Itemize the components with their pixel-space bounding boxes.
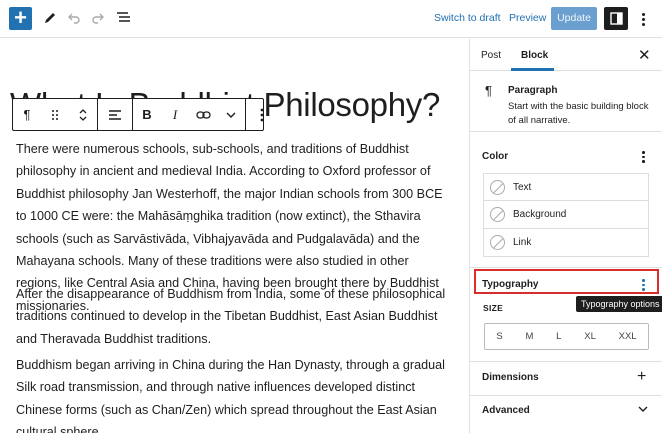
close-icon[interactable]: ✕ — [638, 46, 651, 64]
tab-post[interactable]: Post — [481, 50, 501, 61]
settings-sidebar-toggle[interactable] — [604, 7, 628, 30]
paragraph-block[interactable]: Buddhism began arriving in China during … — [16, 354, 456, 433]
color-item-label: Text — [513, 181, 532, 193]
paragraph-block[interactable]: After the disappearance of Buddhism from… — [16, 283, 456, 350]
font-size-m[interactable]: M — [525, 331, 533, 342]
typography-highlight-box — [474, 269, 659, 294]
link-icon[interactable] — [189, 99, 217, 130]
panel-divider — [470, 267, 662, 268]
font-size-picker: S M L XL XXL — [484, 323, 649, 350]
drag-handle-icon[interactable] — [41, 99, 69, 130]
chevron-down-icon[interactable] — [638, 405, 648, 416]
switch-to-draft-link[interactable]: Switch to draft — [434, 12, 501, 24]
move-up-down-icon[interactable] — [69, 99, 97, 130]
bold-button[interactable]: B — [133, 99, 161, 130]
color-item-background[interactable]: Background — [483, 201, 649, 229]
align-text-icon[interactable] — [98, 99, 132, 130]
settings-panel-icon — [609, 12, 623, 25]
font-size-s[interactable]: S — [496, 331, 502, 342]
plus-icon[interactable]: + — [637, 368, 646, 386]
dimensions-panel-title[interactable]: Dimensions — [482, 372, 539, 383]
font-size-l[interactable]: L — [556, 331, 561, 342]
advanced-panel-title[interactable]: Advanced — [482, 405, 530, 416]
redo-icon[interactable] — [88, 8, 108, 28]
update-button[interactable]: Update — [551, 7, 597, 30]
color-item-label: Background — [513, 209, 567, 220]
color-item-link[interactable]: Link — [483, 229, 649, 257]
preview-link[interactable]: Preview — [509, 12, 546, 24]
empty-swatch-icon — [490, 179, 505, 195]
paragraph-icon[interactable]: ¶ — [13, 99, 41, 130]
color-item-text[interactable]: Text — [483, 173, 649, 201]
more-dot-icon — [641, 22, 645, 26]
more-dot-icon — [641, 12, 645, 16]
empty-swatch-icon — [490, 235, 505, 250]
block-card-description: Start with the basic building block of a… — [508, 101, 649, 126]
block-options-icon[interactable] — [246, 99, 278, 130]
editor-top-bar: + Switch to draft Preview Update — [0, 0, 662, 38]
font-size-xl[interactable]: XL — [584, 331, 596, 342]
block-card-title: Paragraph — [508, 85, 558, 96]
paragraph-icon: ¶ — [485, 83, 492, 98]
color-options-icon[interactable] — [642, 151, 646, 163]
undo-icon[interactable] — [64, 8, 84, 28]
document-overview-list-icon[interactable] — [114, 8, 134, 28]
panel-divider — [470, 395, 662, 396]
options-group — [246, 99, 278, 130]
block-toolbar: ¶ B I — [12, 98, 264, 131]
panel-divider — [470, 361, 662, 362]
format-group: B I — [133, 99, 246, 130]
editor-canvas: What Is Buddhist Philosophy? ¶ B I — [0, 39, 469, 433]
options-menu-button[interactable] — [637, 9, 649, 29]
chevron-down-icon[interactable] — [217, 99, 245, 130]
size-label: SIZE — [483, 303, 504, 313]
italic-button[interactable]: I — [161, 99, 189, 130]
color-item-label: Link — [513, 237, 532, 248]
tab-block[interactable]: Block — [521, 50, 548, 61]
block-inserter-button[interactable]: + — [9, 7, 32, 30]
active-tab-indicator — [511, 68, 554, 71]
block-type-group: ¶ — [13, 99, 98, 130]
settings-sidebar: Post Block ✕ ¶ Paragraph Start with the … — [469, 39, 662, 433]
typography-options-tooltip: Typography options — [576, 296, 662, 312]
color-panel-title: Color — [482, 151, 509, 162]
edit-tool-pencil-icon[interactable] — [40, 8, 60, 28]
sidebar-tabs: Post Block ✕ — [470, 39, 662, 71]
empty-swatch-icon — [490, 207, 505, 222]
font-size-xxl[interactable]: XXL — [619, 331, 637, 342]
block-card: ¶ Paragraph Start with the basic buildin… — [470, 72, 662, 132]
more-dot-icon — [641, 17, 645, 21]
align-group — [98, 99, 133, 130]
